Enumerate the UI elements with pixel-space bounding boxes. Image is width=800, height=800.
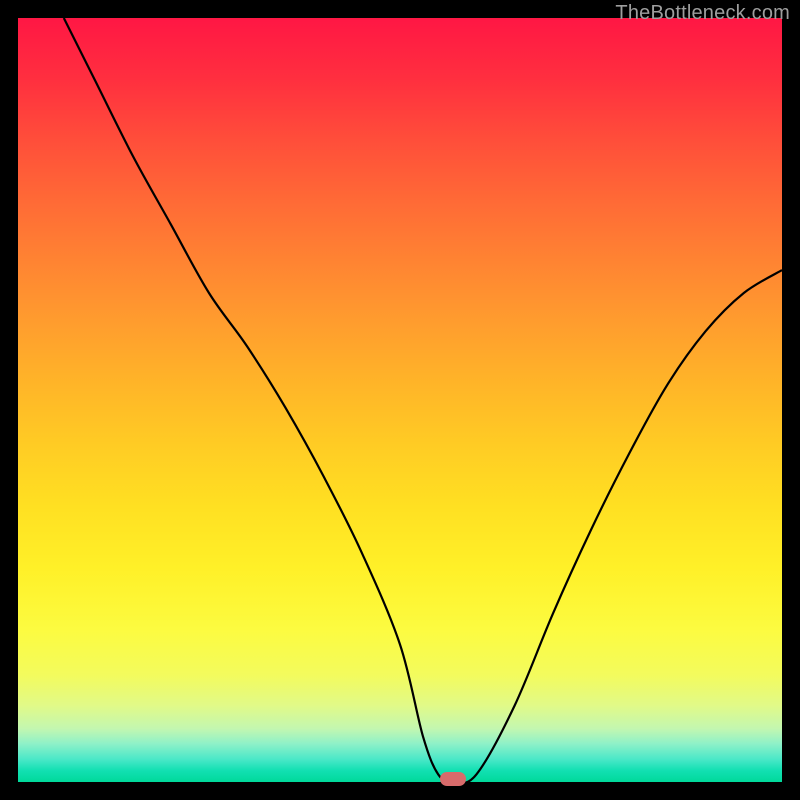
chart-canvas: TheBottleneck.com <box>0 0 800 800</box>
watermark-text: TheBottleneck.com <box>615 2 790 25</box>
minimum-marker <box>440 772 466 786</box>
chart-background-gradient <box>18 18 782 782</box>
